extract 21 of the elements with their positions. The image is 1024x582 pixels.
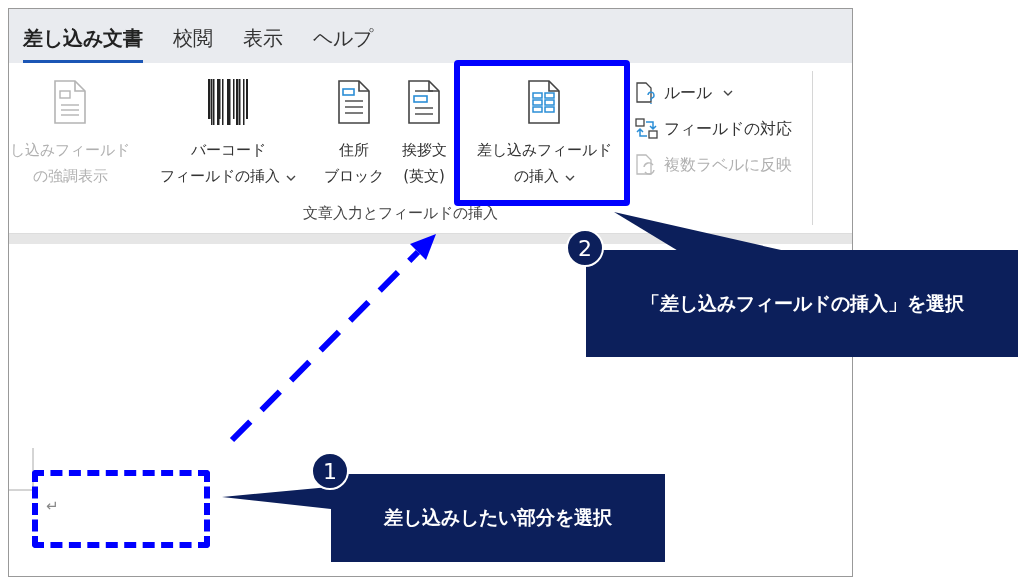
ribbon-button[interactable]: バーコード フィールドの挿入	[137, 71, 319, 204]
ribbon-tab[interactable]: 差し込み文書	[23, 25, 143, 63]
barcode-icon	[208, 79, 248, 125]
ribbon-tab[interactable]: 校閲	[173, 25, 213, 63]
table-document-icon	[526, 79, 562, 125]
ribbon-button[interactable]: ルール	[635, 79, 792, 107]
ribbon-tab[interactable]: ヘルプ	[313, 25, 373, 63]
ribbon-button[interactable]: 挨拶文 (英文)	[389, 71, 459, 204]
group-label: 文章入力とフィールドの挿入	[302, 204, 499, 224]
ribbon-tab[interactable]: 表示	[243, 25, 283, 63]
step-number: 2	[566, 229, 604, 267]
document-icon	[336, 79, 372, 125]
ribbon-button[interactable]: 住所 ブロック	[319, 71, 389, 204]
step-number: 1	[311, 452, 349, 490]
document-icon	[406, 79, 442, 125]
document-icon	[52, 79, 88, 125]
ribbon-button[interactable]: フィールドの対応	[635, 115, 792, 143]
ribbon-button[interactable]: 差し込みフィールド の挿入	[459, 71, 629, 204]
paragraph-mark: ↵	[46, 497, 59, 515]
swap-fields-icon	[635, 117, 659, 141]
margin-corner-mark	[9, 448, 35, 492]
